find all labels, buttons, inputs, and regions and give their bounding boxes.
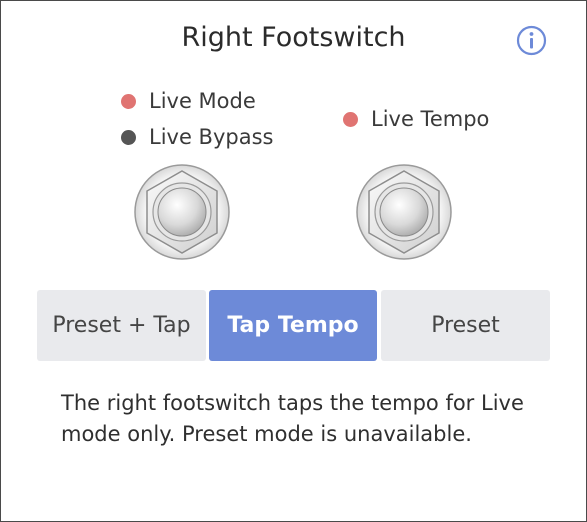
- indicator-label: Live Mode: [149, 89, 256, 113]
- tap-tempo-button[interactable]: Tap Tempo: [209, 290, 377, 361]
- indicator-dot: [343, 111, 358, 127]
- indicator-label: Live Tempo: [371, 107, 490, 131]
- right-footswitch-icon: [356, 164, 452, 260]
- indicator-live-tempo: Live Tempo: [343, 107, 489, 131]
- indicator-dot: [121, 93, 136, 109]
- indicator-dot: [121, 129, 136, 145]
- left-footswitch-icon: [134, 164, 230, 260]
- preset-tap-button[interactable]: Preset + Tap: [37, 290, 206, 361]
- panel-title: Right Footswitch: [181, 22, 406, 53]
- info-icon[interactable]: [516, 25, 547, 56]
- indicator-live-mode: Live Mode: [121, 89, 256, 113]
- mode-description: The right footswitch taps the tempo for …: [61, 391, 524, 446]
- indicator-label: Live Bypass: [149, 125, 274, 149]
- preset-button[interactable]: Preset: [381, 290, 550, 361]
- indicator-live-bypass: Live Bypass: [121, 125, 273, 149]
